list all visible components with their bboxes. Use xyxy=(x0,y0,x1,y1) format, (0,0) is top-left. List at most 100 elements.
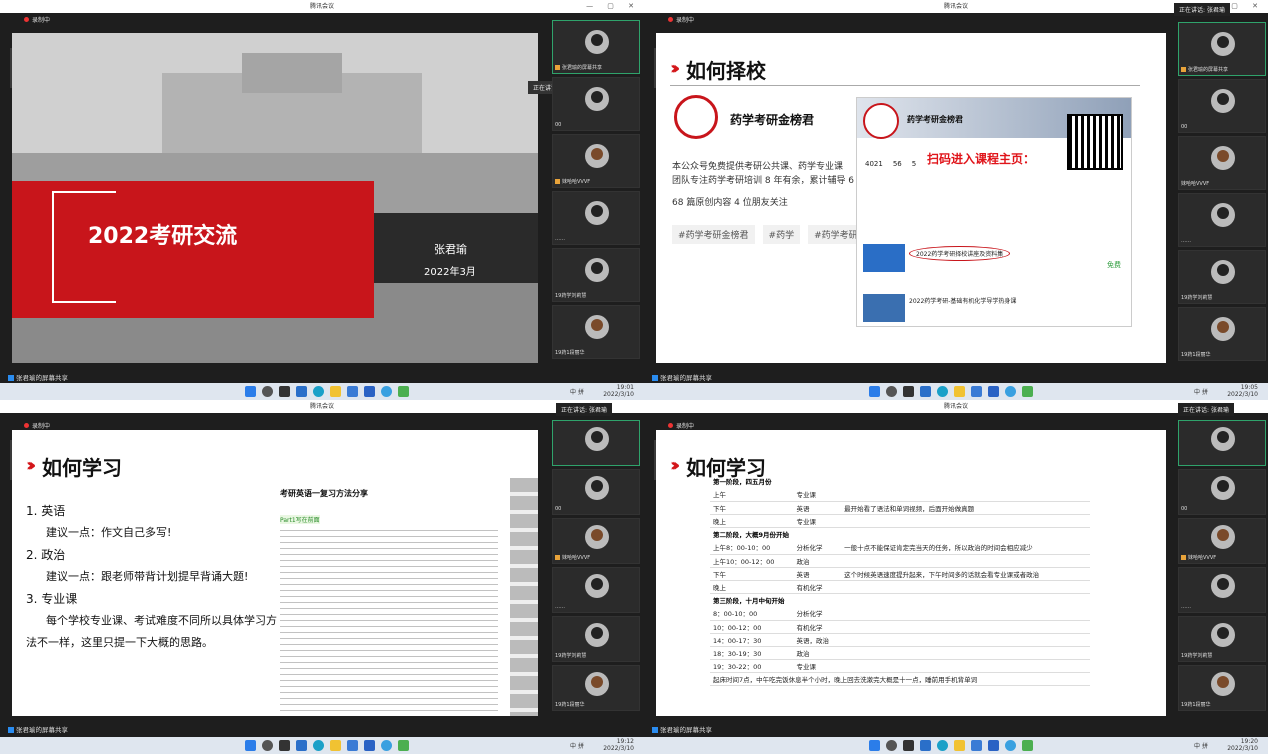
participant-panel[interactable]: 00 妹哈哈VVVF …… 19药学刘莉慧 19药1段丽华 xyxy=(1178,420,1268,714)
meeting-app-icon[interactable] xyxy=(1005,740,1016,751)
participant-name: 19药学刘莉慧 xyxy=(555,652,586,659)
mail-icon[interactable] xyxy=(364,740,375,751)
tray-ime[interactable]: 中 拼 xyxy=(1194,741,1208,750)
wechat-icon[interactable] xyxy=(398,386,409,397)
qr-code-icon[interactable] xyxy=(1067,114,1123,170)
participant-tile[interactable]: 妹哈哈VVVF xyxy=(552,518,640,564)
edge-icon[interactable] xyxy=(313,386,324,397)
task-view-icon[interactable] xyxy=(279,740,290,751)
window-controls[interactable]: — ▢ ✕ xyxy=(586,0,640,13)
file-explorer-icon[interactable] xyxy=(330,386,341,397)
recording-label: 录制中 xyxy=(676,17,695,24)
participant-panel[interactable]: 张君瑜的屏幕共享 00 妹哈哈VVVF …… 19药学刘莉慧 19药1段丽华 xyxy=(1178,22,1268,364)
participant-tile[interactable]: …… xyxy=(552,191,640,245)
windows-start-icon[interactable] xyxy=(869,740,880,751)
meeting-app-icon[interactable] xyxy=(1005,386,1016,397)
task-view-icon[interactable] xyxy=(903,386,914,397)
file-explorer-icon[interactable] xyxy=(954,740,965,751)
participant-tile[interactable]: 妹哈哈VVVF xyxy=(552,134,640,188)
participant-tile[interactable]: 19药学刘莉慧 xyxy=(1178,616,1266,662)
search-icon[interactable] xyxy=(262,740,273,751)
store-icon[interactable] xyxy=(971,740,982,751)
windows-start-icon[interactable] xyxy=(245,386,256,397)
search-icon[interactable] xyxy=(262,386,273,397)
store-icon[interactable] xyxy=(347,386,358,397)
mail-icon[interactable] xyxy=(364,386,375,397)
wechat-icon[interactable] xyxy=(398,740,409,751)
participant-tile[interactable] xyxy=(1178,420,1266,466)
task-view-icon[interactable] xyxy=(903,740,914,751)
meeting-app-icon[interactable] xyxy=(381,740,392,751)
participant-tile[interactable]: 00 xyxy=(1178,79,1266,133)
search-icon[interactable] xyxy=(886,386,897,397)
participant-tile[interactable]: 19药学刘莉慧 xyxy=(552,616,640,662)
meeting-app-icon[interactable] xyxy=(381,386,392,397)
cell: 英语 xyxy=(793,501,842,515)
task-view-icon[interactable] xyxy=(279,386,290,397)
cell xyxy=(841,554,1090,568)
participant-tile[interactable]: 19药学刘莉慧 xyxy=(552,248,640,302)
clock[interactable]: 19:05 2022/3/10 xyxy=(1227,384,1258,398)
tag[interactable]: #药学考研金榜君 xyxy=(672,225,755,244)
participant-tile[interactable] xyxy=(552,420,640,466)
participant-tile[interactable]: 00 xyxy=(1178,469,1266,515)
tray-ime[interactable]: 中 拼 xyxy=(570,387,584,396)
wechat-icon[interactable] xyxy=(1022,386,1033,397)
widgets-icon[interactable] xyxy=(920,740,931,751)
tray-ime[interactable]: 中 拼 xyxy=(1194,387,1208,396)
participant-tile[interactable]: 19药1段丽华 xyxy=(552,305,640,359)
taskbar-icons[interactable] xyxy=(869,740,1033,751)
clock[interactable]: 19:12 2022/3/10 xyxy=(603,738,634,752)
slide-title: 2022考研交流 张君瑜 2022年3月 xyxy=(12,33,538,363)
course-item[interactable]: 2022药学考研-基础有机化学导学热身课 xyxy=(863,294,1125,324)
cell xyxy=(841,488,1090,502)
avatar xyxy=(585,672,609,696)
widgets-icon[interactable] xyxy=(296,386,307,397)
participant-panel[interactable]: 张君瑜的屏幕共享 00 妹哈哈VVVF …… 19药学刘莉慧 19药1段丽华 xyxy=(552,20,644,362)
widgets-icon[interactable] xyxy=(296,740,307,751)
taskbar-icons[interactable] xyxy=(245,740,409,751)
participant-tile[interactable]: 19药学刘莉慧 xyxy=(1178,250,1266,304)
participant-tile[interactable]: 19药1段丽华 xyxy=(552,665,640,711)
speaking-name: 张君瑜 xyxy=(1206,7,1225,14)
file-explorer-icon[interactable] xyxy=(330,740,341,751)
participant-tile[interactable]: 张君瑜的屏幕共享 xyxy=(552,20,640,74)
participant-tile[interactable]: 妹哈哈VVVF xyxy=(1178,518,1266,564)
participant-panel[interactable]: 00 妹哈哈VVVF …… 19药学刘莉慧 19药1段丽华 xyxy=(552,420,644,714)
windows-start-icon[interactable] xyxy=(245,740,256,751)
course-item[interactable]: 2022药学考研择校讲座及资料集 免费 xyxy=(863,244,1125,274)
widgets-icon[interactable] xyxy=(920,386,931,397)
taskbar-icons[interactable] xyxy=(245,386,409,397)
participant-tile[interactable]: 00 xyxy=(552,77,640,131)
edge-icon[interactable] xyxy=(313,740,324,751)
participant-tile[interactable]: 妹哈哈VVVF xyxy=(1178,136,1266,190)
mail-icon[interactable] xyxy=(988,740,999,751)
participant-tile[interactable]: 00 xyxy=(552,469,640,515)
mail-icon[interactable] xyxy=(988,386,999,397)
participant-tile[interactable]: …… xyxy=(1178,567,1266,613)
doc-thumbnail-strip[interactable] xyxy=(510,478,538,716)
edge-icon[interactable] xyxy=(937,386,948,397)
tag[interactable]: #药学 xyxy=(762,225,801,244)
participant-tile[interactable]: 张君瑜的屏幕共享 xyxy=(1178,22,1266,76)
tray-ime[interactable]: 中 拼 xyxy=(570,741,584,750)
participant-tile[interactable]: …… xyxy=(552,567,640,613)
store-icon[interactable] xyxy=(971,386,982,397)
windows-start-icon[interactable] xyxy=(869,386,880,397)
clock[interactable]: 19:20 2022/3/10 xyxy=(1227,738,1258,752)
avatar xyxy=(1211,89,1235,113)
participant-tile[interactable]: …… xyxy=(1178,193,1266,247)
file-explorer-icon[interactable] xyxy=(954,386,965,397)
clock[interactable]: 19:01 2022/3/10 xyxy=(603,384,634,398)
edge-icon[interactable] xyxy=(937,740,948,751)
account-desc-1: 本公众号免费提供考研公共课、药学专业课 xyxy=(672,162,844,172)
taskbar-icons[interactable] xyxy=(869,386,1033,397)
course-title: 2022药学考研-基础有机化学导学热身课 xyxy=(909,298,1017,305)
stage-heading: 第二阶段，大概9月份开始 xyxy=(713,531,790,540)
store-icon[interactable] xyxy=(347,740,358,751)
wechat-icon[interactable] xyxy=(1022,740,1033,751)
mic-icon xyxy=(1181,67,1186,72)
participant-tile[interactable]: 19药1段丽华 xyxy=(1178,307,1266,361)
participant-tile[interactable]: 19药1段丽华 xyxy=(1178,665,1266,711)
search-icon[interactable] xyxy=(886,740,897,751)
